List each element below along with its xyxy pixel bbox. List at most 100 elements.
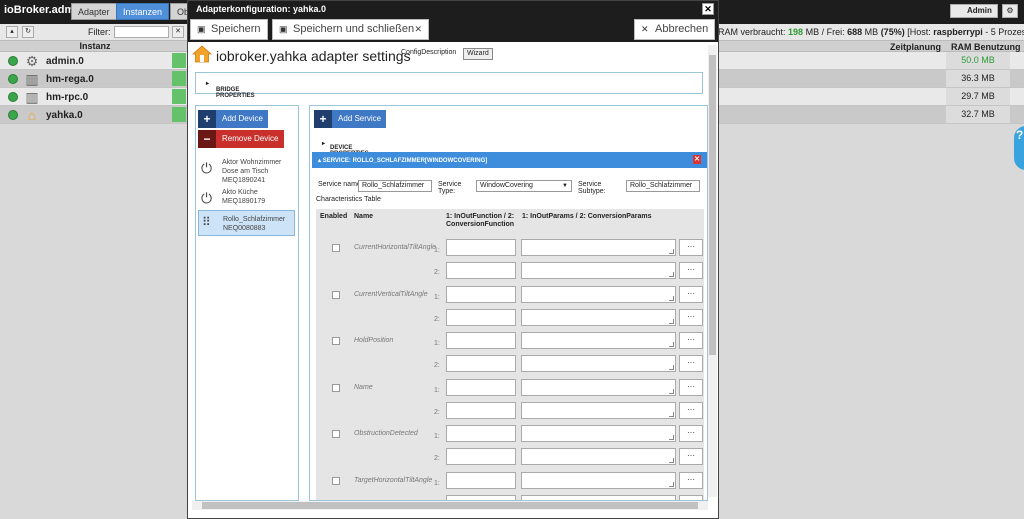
col-inout-params: 1: InOutParams / 2: ConversionParams — [522, 213, 652, 220]
tab-adapter[interactable]: Adapter — [71, 3, 117, 20]
start-button[interactable] — [172, 89, 186, 104]
conversion-function-input[interactable] — [446, 401, 516, 419]
enabled-checkbox[interactable] — [332, 244, 340, 252]
inout-params-textarea[interactable] — [521, 471, 676, 489]
chevron-down-icon: ▼ — [562, 183, 568, 189]
inout-function-input[interactable] — [446, 378, 516, 396]
bridge-properties-panel[interactable]: ▸ BRIDGE PROPERTIES — [195, 72, 703, 99]
close-icon: ✕ — [641, 24, 649, 34]
edit-params-button[interactable]: ··· — [679, 355, 703, 372]
instance-row[interactable]: ▥ hm-rega.0 — [0, 70, 190, 88]
conversion-function-input[interactable] — [446, 308, 516, 326]
device-properties-label: ▸ DEVICE PROPERTIES — [322, 141, 369, 157]
refresh-icon[interactable]: ↻ — [22, 26, 34, 38]
save-close-button[interactable]: ▣ Speichern und schließen ✕ — [272, 19, 429, 40]
clear-filter-icon[interactable]: ✕ — [172, 26, 184, 38]
start-button[interactable] — [172, 53, 186, 68]
remove-service-icon[interactable]: ✕ — [693, 155, 701, 164]
edit-params-button[interactable]: ··· — [679, 239, 703, 256]
conversion-params-textarea[interactable] — [521, 401, 676, 419]
device-item[interactable]: ⏻ Aktor Wohnzimmer Dose am Tisch MEQ1890… — [198, 158, 295, 188]
conversion-function-input[interactable] — [446, 262, 516, 279]
save-button[interactable]: ▣ Speichern — [190, 19, 268, 40]
device-item[interactable]: ⠿ Rollo_Schlafzimmer NEQ0080883 — [198, 210, 295, 236]
ram-row: 50.0 MB — [714, 52, 1024, 70]
conversion-params-textarea[interactable] — [521, 262, 676, 279]
edit-params-button[interactable]: ··· — [679, 425, 703, 442]
ram-value: 36.3 MB — [946, 70, 1010, 87]
inout-params-textarea[interactable] — [521, 239, 676, 256]
power-icon: ⏻ — [201, 190, 213, 206]
filter-bar: ▴ ↻ Filter: ✕ — [0, 24, 190, 40]
start-button[interactable] — [172, 107, 186, 122]
instance-row[interactable]: ⌂ yahka.0 — [0, 106, 190, 124]
service-subtype-input[interactable]: Rollo_Schlafzimmer — [626, 180, 700, 192]
minus-icon: − — [198, 130, 216, 148]
edit-params-button[interactable]: ··· — [679, 401, 703, 419]
scroll-thumb[interactable] — [709, 55, 716, 355]
edit-params-button[interactable]: ··· — [679, 448, 703, 465]
add-service-button[interactable]: + Add Service — [314, 110, 386, 128]
add-device-button[interactable]: + Add Device — [198, 110, 268, 128]
inout-params-textarea[interactable] — [521, 378, 676, 396]
edit-params-button[interactable]: ··· — [679, 285, 703, 303]
tab-instanzen[interactable]: Instanzen — [116, 3, 170, 20]
help-icon: ? — [1016, 128, 1024, 142]
user-button[interactable]: Admin — [950, 4, 998, 18]
inout-params-textarea[interactable] — [521, 332, 676, 349]
edit-params-button[interactable]: ··· — [679, 262, 703, 279]
inout-params-textarea[interactable] — [521, 285, 676, 303]
instance-row[interactable]: ▥ hm-rpc.0 — [0, 88, 190, 106]
device-properties-header[interactable]: ▸ DEVICE PROPERTIES — [314, 135, 707, 157]
config-description: ConfigDescription — [401, 49, 457, 56]
edit-params-button[interactable]: ··· — [679, 471, 703, 489]
characteristic-name: CurrentHorizontalTiltAngle — [354, 244, 437, 251]
enabled-checkbox[interactable] — [332, 290, 340, 299]
vertical-scrollbar[interactable] — [708, 45, 717, 497]
start-button[interactable] — [172, 71, 186, 86]
inout-function-input[interactable] — [446, 332, 516, 349]
enabled-checkbox[interactable] — [332, 337, 340, 345]
service-header-label: ▴ SERVICE: ROLLO_SCHLAFZIMMER[WINDOWCOVE… — [318, 158, 488, 164]
save-label: Speichern — [211, 23, 261, 35]
inout-function-input[interactable] — [446, 425, 516, 442]
edit-params-button[interactable]: ··· — [679, 378, 703, 396]
inout-params-textarea[interactable] — [521, 425, 676, 442]
inout-function-input[interactable] — [446, 285, 516, 303]
service-type-select[interactable]: WindowCovering ▼ — [476, 180, 572, 192]
settings-icon[interactable]: ⚙ — [1002, 4, 1018, 18]
filter-input[interactable] — [114, 26, 169, 38]
cancel-button[interactable]: ✕ Abbrechen — [634, 19, 715, 40]
inout-function-input[interactable] — [446, 239, 516, 256]
horizontal-scrollbar[interactable] — [192, 501, 708, 510]
collapse-icon[interactable]: ▴ — [6, 26, 18, 38]
inout-function-input[interactable] — [446, 471, 516, 489]
plus-icon: + — [314, 110, 332, 128]
remove-device-button[interactable]: − Remove Device — [198, 130, 284, 148]
enabled-checkbox[interactable] — [332, 430, 340, 438]
edit-params-button[interactable]: ··· — [679, 308, 703, 326]
conversion-params-textarea[interactable] — [521, 308, 676, 326]
conversion-function-input[interactable] — [446, 448, 516, 465]
scroll-thumb[interactable] — [202, 502, 698, 509]
dialog-title-bar: Adapterkonfiguration: yahka.0 ✕ — [188, 1, 718, 17]
wizard-button[interactable]: Wizard — [463, 48, 493, 60]
device-label: Aktor Wohnzimmer Dose am Tisch MEQ189024… — [222, 159, 282, 184]
conversion-function-input[interactable] — [446, 355, 516, 372]
ram-row: 29.7 MB — [714, 88, 1024, 106]
conversion-params-textarea[interactable] — [521, 448, 676, 465]
close-icon[interactable]: ✕ — [702, 3, 714, 15]
row-number: 2: — [434, 269, 440, 276]
instance-row[interactable]: ⚙ admin.0 — [0, 52, 190, 70]
edit-params-button[interactable]: ··· — [679, 332, 703, 349]
conversion-params-textarea[interactable] — [521, 355, 676, 372]
service-subtype-label: Service Subtype: — [578, 181, 606, 195]
row-number: 1: — [434, 433, 440, 440]
enabled-checkbox[interactable] — [332, 476, 340, 485]
service-header[interactable]: ▴ SERVICE: ROLLO_SCHLAFZIMMER[WINDOWCOVE… — [312, 152, 707, 168]
side-help-tab[interactable]: ? — [1014, 126, 1024, 170]
right-column-header: Zeitplanung RAM Benutzung — [714, 40, 1024, 52]
device-label: Rollo_Schlafzimmer NEQ0080883 — [223, 216, 286, 232]
service-name-input[interactable]: Rollo_Schlafzimmer — [358, 180, 432, 192]
enabled-checkbox[interactable] — [332, 383, 340, 392]
